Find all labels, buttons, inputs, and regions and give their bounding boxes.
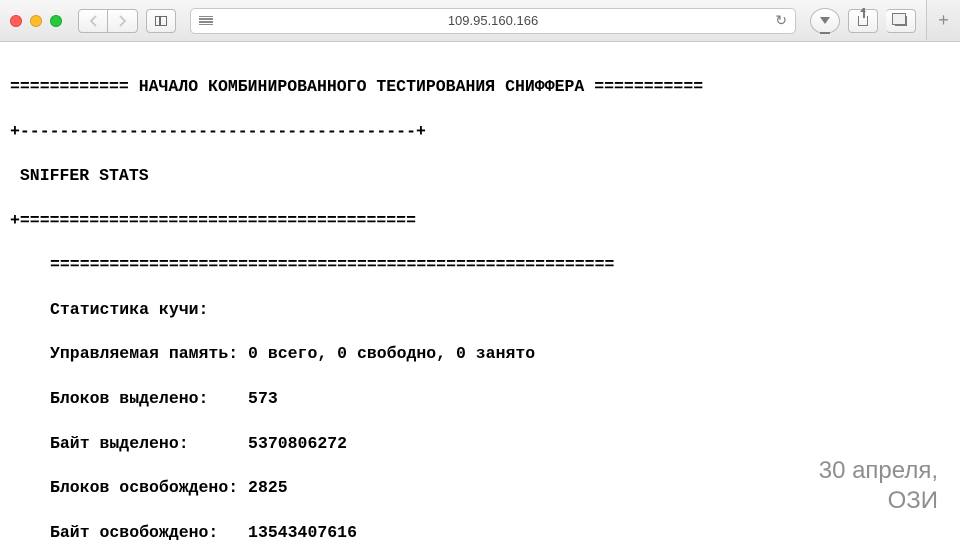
sidebar-toggle-button[interactable]	[146, 9, 176, 33]
reload-icon[interactable]: ↻	[775, 12, 787, 29]
share-button[interactable]	[848, 9, 878, 33]
heap-title: Статистика кучи:	[50, 299, 950, 321]
reader-icon	[199, 16, 213, 26]
value: 5370806272	[248, 434, 347, 453]
overlay-line1: 30 апреля,	[819, 456, 938, 486]
maximize-window-button[interactable]	[50, 15, 62, 27]
value: 0 всего, 0 свободно, 0 занято	[248, 344, 535, 363]
chevron-right-icon	[118, 15, 127, 27]
label: Управляемая память:	[50, 344, 238, 363]
back-button[interactable]	[78, 9, 108, 33]
rule: ========================================…	[50, 254, 950, 276]
safari-window: 109.95.160.166 ↻ + ============ НАЧАЛО К…	[0, 0, 960, 540]
heap-bytes-alloc: Байт выделено: 5370806272	[50, 433, 950, 455]
tabs-button[interactable]	[886, 9, 916, 33]
share-icon	[858, 16, 868, 26]
heap-blocks-freed: Блоков освобождено: 2825	[50, 477, 950, 499]
value: 13543407616	[248, 523, 357, 540]
right-toolbar	[810, 8, 916, 34]
box-top: +---------------------------------------…	[10, 121, 950, 143]
chevron-left-icon	[89, 15, 98, 27]
sidebar-icon	[155, 16, 167, 26]
header-line: ============ НАЧАЛО КОМБИНИРОВАННОГО ТЕС…	[10, 76, 950, 98]
traffic-lights	[10, 15, 62, 27]
page-content: ============ НАЧАЛО КОМБИНИРОВАННОГО ТЕС…	[0, 42, 960, 540]
page-title: НАЧАЛО КОМБИНИРОВАННОГО ТЕСТИРОВАНИЯ СНИ…	[129, 77, 594, 96]
downloads-button[interactable]	[810, 8, 840, 34]
box-title: SNIFFER STATS	[10, 165, 950, 187]
download-icon	[820, 17, 830, 24]
heap-bytes-freed: Байт освобождено: 13543407616	[50, 522, 950, 540]
value: 573	[248, 389, 278, 408]
label: Блоков освобождено:	[50, 478, 238, 497]
rule: ===========	[594, 77, 703, 96]
forward-button[interactable]	[108, 9, 138, 33]
heap-mem: Управляемая память: 0 всего, 0 свободно,…	[50, 343, 950, 365]
new-tab-button[interactable]: +	[926, 0, 960, 40]
nav-buttons	[78, 9, 138, 33]
overlay-line2: ОЗИ	[819, 486, 938, 516]
label: Байт освобождено:	[50, 523, 218, 540]
close-window-button[interactable]	[10, 15, 22, 27]
rule: ============	[10, 77, 129, 96]
label: Блоков выделено:	[50, 389, 208, 408]
titlebar: 109.95.160.166 ↻ +	[0, 0, 960, 42]
value: 2825	[248, 478, 288, 497]
box-bottom: +=======================================…	[10, 210, 950, 232]
label: Байт выделено:	[50, 434, 189, 453]
tabs-icon	[895, 16, 907, 26]
date-overlay: 30 апреля, ОЗИ	[819, 456, 938, 516]
address-text: 109.95.160.166	[448, 13, 538, 28]
address-bar[interactable]: 109.95.160.166 ↻	[190, 8, 796, 34]
heap-blocks-alloc: Блоков выделено: 573	[50, 388, 950, 410]
minimize-window-button[interactable]	[30, 15, 42, 27]
